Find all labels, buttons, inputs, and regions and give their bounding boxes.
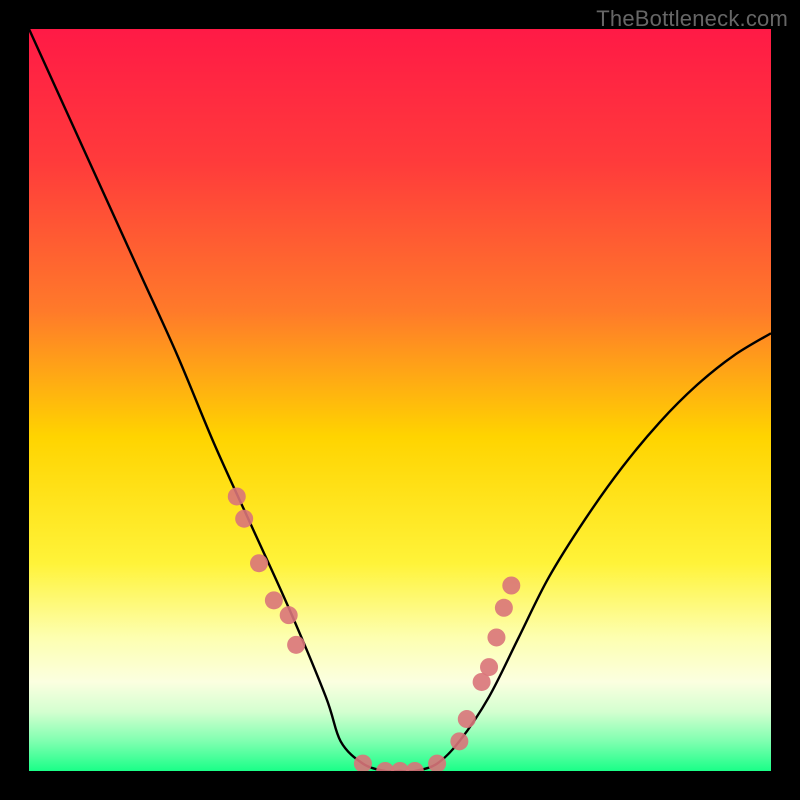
curve-layer — [29, 29, 771, 771]
marker-point — [228, 487, 246, 505]
watermark-text: TheBottleneck.com — [596, 6, 788, 32]
marker-point — [502, 577, 520, 595]
marker-point — [450, 732, 468, 750]
chart-plot-area — [29, 29, 771, 771]
marker-point — [235, 510, 253, 528]
marker-point — [250, 554, 268, 572]
marker-point — [495, 599, 513, 617]
marker-point — [458, 710, 476, 728]
marker-point — [428, 755, 446, 771]
highlight-markers — [228, 487, 521, 771]
marker-point — [406, 762, 424, 771]
marker-point — [480, 658, 498, 676]
marker-point — [265, 591, 283, 609]
bottleneck-curve — [29, 29, 771, 771]
marker-point — [280, 606, 298, 624]
marker-point — [487, 628, 505, 646]
marker-point — [287, 636, 305, 654]
marker-point — [354, 755, 372, 771]
